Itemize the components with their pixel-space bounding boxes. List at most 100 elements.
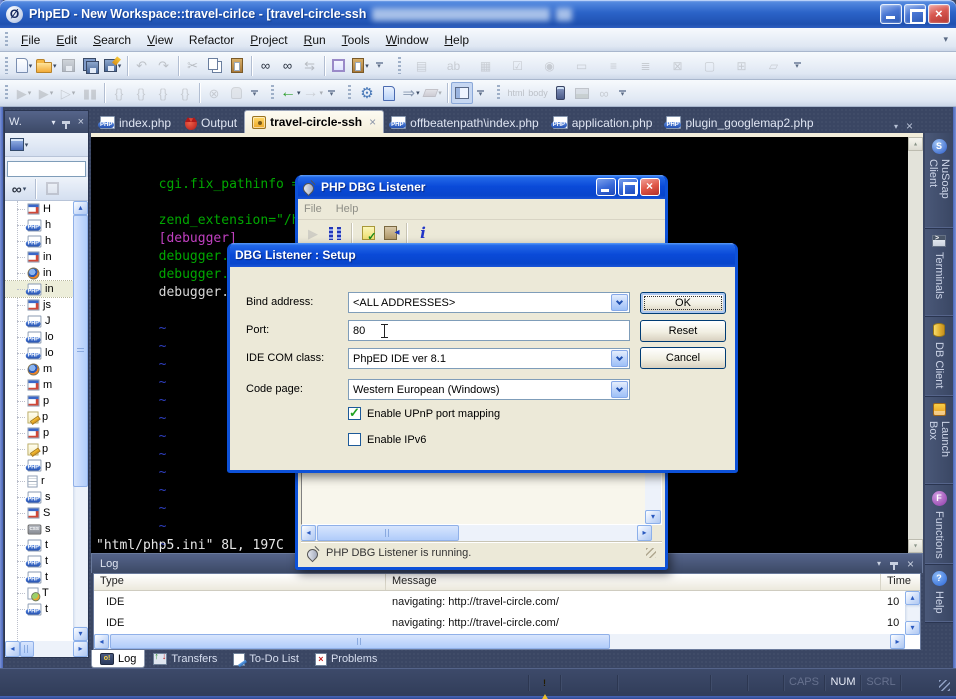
stop-button[interactable]: ⊗ <box>203 82 225 104</box>
editor-tab[interactable]: travel-circle-ssh × <box>244 110 384 133</box>
file-tree-item[interactable]: t <box>5 601 75 617</box>
editor-tab[interactable]: Output <box>178 112 244 133</box>
file-tree-item[interactable]: js <box>5 297 75 313</box>
scroll-up-button[interactable]: ▴ <box>905 591 920 605</box>
dropdown-arrow-icon[interactable]: ▾ <box>23 185 27 193</box>
scrollbar-thumb[interactable] <box>20 641 34 657</box>
port-field[interactable] <box>348 320 630 341</box>
close-button[interactable]: × <box>928 4 950 24</box>
file-tree-item[interactable]: p <box>5 457 75 473</box>
right-sidebar-tab[interactable]: Functions <box>925 485 953 565</box>
tree-scrollbar-horizontal[interactable]: ◂ ▸ <box>5 641 88 657</box>
listen-button[interactable]: ▶ <box>302 222 324 244</box>
toolbar-grip[interactable] <box>5 57 8 75</box>
file-tree-item[interactable]: S <box>5 505 75 521</box>
log-scrollbar-horizontal[interactable]: ◂ ▸ <box>94 634 905 649</box>
phone-preview-button[interactable] <box>549 82 571 104</box>
menu-item[interactable]: Help <box>336 203 359 215</box>
tab-close-button[interactable]: × <box>369 115 376 129</box>
panel-tab[interactable]: To-Do List <box>225 650 307 668</box>
link-button[interactable]: ∞ <box>593 82 615 104</box>
resize-grip[interactable] <box>939 680 950 691</box>
file-tree-item[interactable]: p <box>5 425 75 441</box>
file-tree-item[interactable]: p <box>5 393 75 409</box>
toolbar-grip[interactable] <box>348 85 351 102</box>
file-tree-item[interactable]: t <box>5 569 75 585</box>
scroll-right-button[interactable]: ▸ <box>890 634 905 649</box>
file-tree-item[interactable]: T <box>5 585 75 601</box>
scrollbar-thumb[interactable] <box>73 215 88 487</box>
listener-about-button[interactable]: i <box>412 222 434 244</box>
panel-tab[interactable]: Transfers <box>145 650 225 668</box>
right-sidebar-tab[interactable]: NuSoap Client <box>925 133 953 229</box>
dialog-titlebar[interactable]: DBG Listener : Setup <box>230 243 735 267</box>
dropdown-arrow-icon[interactable]: ▾ <box>28 89 32 97</box>
log-table-header[interactable]: Type Message Time <box>94 574 920 591</box>
cut-button[interactable]: ✂▾ <box>182 55 204 77</box>
menu-item[interactable]: View <box>139 31 181 49</box>
file-tree-item[interactable]: h <box>5 217 75 233</box>
editor-tab[interactable]: offbeatenpath\index.php <box>384 112 546 133</box>
pause-button[interactable]: ▮▮▾ <box>79 82 101 104</box>
panel-menu-icon[interactable]: ▾ <box>52 118 56 127</box>
new-file-button[interactable]: ▾ <box>13 55 35 77</box>
back-button[interactable]: ←▾ <box>279 82 302 104</box>
find-button[interactable]: ∞▾ <box>255 55 277 77</box>
file-tree-item[interactable]: r <box>5 473 75 489</box>
workspace-new-button[interactable]: ▾ <box>8 134 30 156</box>
right-sidebar-tab[interactable]: DB Client <box>925 317 953 397</box>
file-tree-item[interactable]: h <box>5 233 75 249</box>
paste-button[interactable]: ▾ <box>226 55 248 77</box>
scroll-down-button[interactable]: ▾ <box>908 539 923 553</box>
combo-dropdown-icon[interactable] <box>611 350 628 367</box>
upnp-checkbox[interactable] <box>348 407 361 420</box>
panel-menu-icon[interactable]: ▾ <box>877 559 881 568</box>
scroll-right-button[interactable]: ▸ <box>73 641 88 657</box>
combo-dropdown-icon[interactable] <box>611 381 628 398</box>
file-tree-item[interactable]: p <box>5 409 75 425</box>
deploy-button[interactable]: ⇒▾ <box>400 82 422 104</box>
maximize-button[interactable] <box>618 178 638 196</box>
menu-item[interactable]: Project <box>242 31 295 49</box>
form-radio-button[interactable]: ◉ <box>534 55 566 77</box>
redo-button[interactable]: ↷▾ <box>153 55 175 77</box>
undo-button[interactable]: ↶▾ <box>131 55 153 77</box>
file-tree-item[interactable]: m <box>5 377 75 393</box>
form-button-button[interactable]: ▱ <box>758 55 790 77</box>
workspace-find-button[interactable]: ∞▾ <box>8 178 30 200</box>
pause-hand-button[interactable] <box>225 82 247 104</box>
log-scrollbar-vertical[interactable]: ▴ ▾ <box>905 591 920 635</box>
save-button[interactable]: ▾ <box>58 55 80 77</box>
file-tree-item[interactable]: in <box>5 249 75 265</box>
forward-button[interactable]: →▾ <box>302 82 325 104</box>
run-profiler-button[interactable]: ▷▾ <box>57 82 79 104</box>
menu-item[interactable]: File <box>304 203 322 215</box>
replace-button[interactable]: ⇆▾ <box>299 55 321 77</box>
scroll-down-button[interactable]: ▾ <box>645 510 661 524</box>
menu-item[interactable]: Run <box>296 31 334 49</box>
menu-item[interactable]: Search <box>85 31 139 49</box>
maximize-button[interactable] <box>904 4 926 24</box>
listener-titlebar[interactable]: PHP DBG Listener × <box>298 175 665 199</box>
form-sub-button[interactable]: ⊞ <box>726 55 758 77</box>
toolbar-grip[interactable] <box>5 85 8 102</box>
minimize-button[interactable] <box>596 178 616 196</box>
image-button[interactable] <box>571 82 593 104</box>
log-row[interactable]: IDE navigating: http://travel-circle.com… <box>94 612 920 633</box>
panel-tab[interactable]: Problems <box>307 650 385 668</box>
toolbar-overflow-button[interactable]: ▾ <box>794 62 801 69</box>
pin-icon[interactable] <box>62 121 70 124</box>
dropdown-arrow-icon[interactable]: ▾ <box>416 89 420 97</box>
warning-icon[interactable] <box>538 677 552 699</box>
resize-grip[interactable] <box>646 548 656 558</box>
form-close-button[interactable]: ⊠ <box>662 55 694 77</box>
scroll-down-button[interactable]: ▾ <box>73 627 88 641</box>
highlight-button[interactable]: ▾ <box>422 82 444 104</box>
dropdown-arrow-icon[interactable]: ▾ <box>438 89 442 97</box>
workspace-goto-button[interactable] <box>41 178 63 200</box>
window-list-button[interactable]: ▾ <box>328 55 350 77</box>
dropdown-arrow-icon[interactable]: ▾ <box>365 62 369 70</box>
listener-exit-button[interactable] <box>379 222 401 244</box>
file-tree-item[interactable]: t <box>5 553 75 569</box>
tab-bar-close-button[interactable]: × <box>906 119 913 133</box>
